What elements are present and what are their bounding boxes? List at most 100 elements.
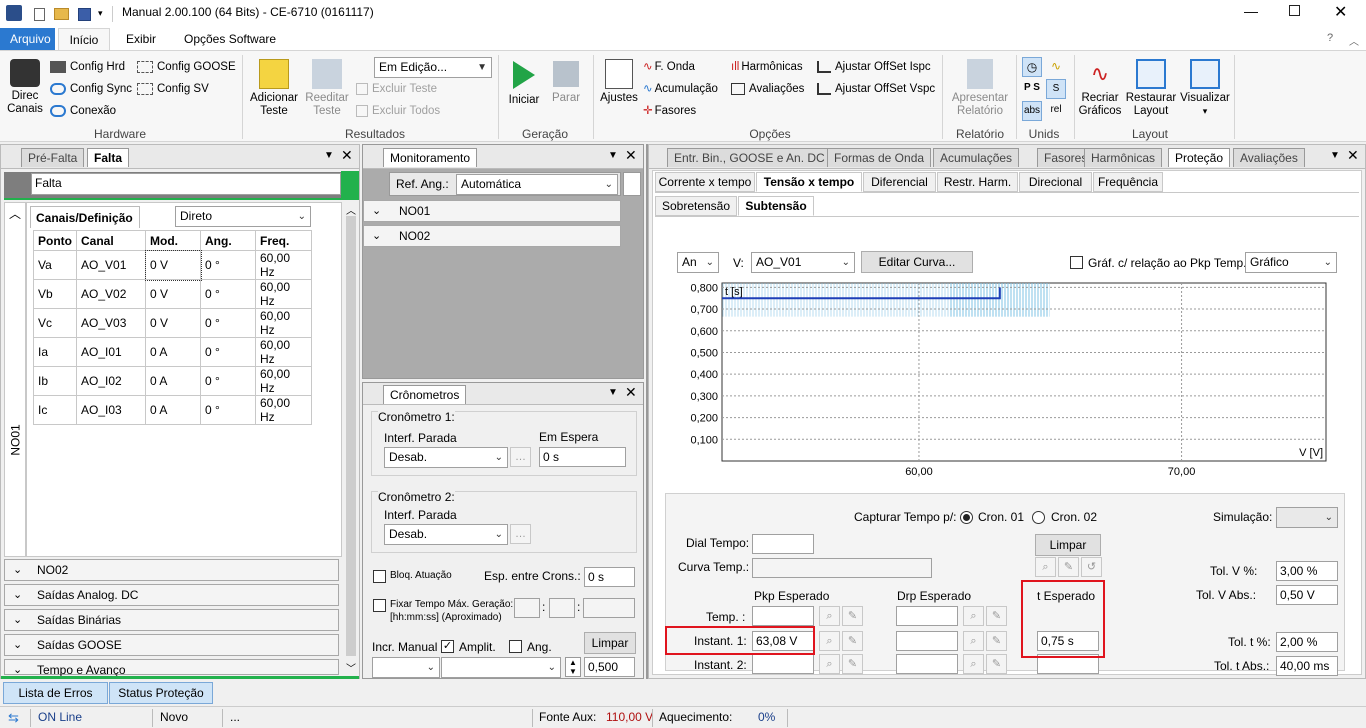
no01-collapse-bar[interactable]: ︿ NO01 — [4, 202, 26, 557]
search-icon[interactable]: ⌕ — [819, 606, 840, 626]
wave-icon[interactable]: ∿ — [1046, 57, 1066, 77]
panel-menu-icon[interactable]: ▼ — [608, 387, 618, 398]
config-sync-button[interactable]: Config Sync — [50, 81, 132, 97]
accordion-item[interactable]: ⌄ Tempo e Avanço — [4, 659, 339, 677]
tol-v-pct-input[interactable]: 3,00 % — [1276, 561, 1338, 581]
v-channel-select[interactable]: AO_V01 ⌄ — [751, 252, 855, 273]
table-cell[interactable]: 0 ° — [200, 308, 256, 338]
help-icon[interactable]: ? — [1327, 32, 1333, 44]
adicionar-teste-button[interactable]: Adicionar Teste — [248, 59, 300, 118]
table-cell[interactable]: 0 V — [145, 279, 201, 309]
units-icon[interactable]: S — [1046, 79, 1066, 99]
tab-falta[interactable]: Falta — [87, 148, 130, 167]
accordion-item[interactable]: ⌄ Saídas GOOSE — [4, 634, 339, 656]
graf-select[interactable]: Gráfico ⌄ — [1245, 252, 1337, 273]
accordion-item[interactable]: ⌄ NO02 — [4, 559, 339, 581]
excluir-todos-button[interactable]: Excluir Todos — [356, 103, 440, 119]
visualizar-button[interactable]: Visualizar ▾ — [1179, 59, 1231, 118]
tab-status-protecao[interactable]: Status Proteção — [109, 682, 213, 704]
subtab-item[interactable]: Frequência — [1093, 172, 1163, 192]
iniciar-button[interactable]: Iniciar — [504, 59, 544, 107]
inst2-pkp-input[interactable] — [752, 654, 814, 674]
direc-canais-button[interactable]: Direc Canais — [6, 59, 44, 116]
panel-menu-icon[interactable]: ▼ — [324, 150, 334, 161]
search-icon[interactable]: ⌕ — [819, 654, 840, 674]
tab-arquivo[interactable]: Arquivo — [0, 28, 55, 50]
ajustar-offset-vspc-button[interactable]: Ajustar OffSet Vspc — [817, 81, 935, 97]
spin-button[interactable]: ▲ ▼ — [565, 657, 581, 677]
subtab-item[interactable]: Corrente x tempo — [655, 172, 755, 192]
cron1-value[interactable]: 0 s — [539, 447, 626, 467]
table-cell[interactable]: 0 ° — [200, 250, 256, 280]
close-icon[interactable]: ✕ — [625, 384, 637, 401]
close-icon[interactable]: ✕ — [625, 147, 637, 164]
curva-temp-input[interactable] — [752, 558, 932, 578]
inst1-drp-input[interactable] — [896, 631, 958, 651]
config-hrd-button[interactable]: Config Hrd — [50, 59, 125, 75]
tab-formas-onda[interactable]: Formas de Onda — [827, 148, 932, 167]
table-row[interactable]: Ib AO_I02 0 A0 ° 60,00 Hz — [33, 366, 312, 396]
close-icon[interactable]: ✕ — [1347, 147, 1359, 164]
subtab-item[interactable]: Tensão x tempo — [756, 172, 862, 192]
table-row[interactable]: Vc AO_V03 0 V0 ° 60,00 Hz — [33, 308, 312, 338]
simulacao-select[interactable]: ⌄ — [1276, 507, 1338, 528]
step-input[interactable]: 0,500 — [584, 657, 635, 677]
tab-cronometros[interactable]: Crônometros — [383, 385, 467, 404]
search-icon[interactable]: ⌕ — [819, 631, 840, 651]
tab-canais-definicao[interactable]: Canais/Definição — [30, 206, 140, 228]
search-icon[interactable]: ⌕ — [963, 606, 984, 626]
table-cell[interactable]: 0 A — [145, 366, 201, 396]
tab-lista-erros[interactable]: Lista de Erros — [3, 682, 108, 704]
mode-select[interactable]: Direto ⌄ — [175, 206, 311, 227]
incr-select-2[interactable]: ⌄ — [441, 657, 561, 678]
panel-menu-icon[interactable]: ▼ — [608, 150, 618, 161]
subsubtab-item[interactable]: Sobretensão — [655, 196, 737, 216]
ref-ang-select[interactable]: Automática ⌄ — [456, 174, 618, 195]
tab-entr-bin[interactable]: Entr. Bin., GOOSE e An. DC — [667, 148, 832, 167]
edit-icon[interactable]: ✎ — [986, 631, 1007, 651]
amplit-checkbox[interactable]: ✓ — [441, 640, 454, 653]
table-cell[interactable]: 0 A — [145, 395, 201, 425]
collapse-ribbon-icon[interactable]: ︿ — [1349, 33, 1359, 48]
minimize-button[interactable]: — — [1244, 3, 1258, 19]
parar-button[interactable]: Parar — [546, 59, 586, 105]
monitor-item-no02[interactable]: ⌄ NO02 — [363, 225, 621, 247]
table-cell[interactable]: 60,00 Hz — [255, 366, 312, 396]
tol-t-pct-input[interactable]: 2,00 % — [1276, 632, 1338, 652]
close-window-button[interactable]: ✕ — [1334, 2, 1347, 22]
panel-menu-icon[interactable]: ▼ — [1330, 150, 1340, 161]
reeditar-teste-button[interactable]: Reeditar Teste — [302, 59, 352, 118]
ajustar-offset-ispc-button[interactable]: Ajustar OffSet Ispc — [817, 59, 931, 75]
cron-limpar-button[interactable]: Limpar — [584, 632, 636, 654]
graf-rel-checkbox[interactable] — [1070, 256, 1083, 269]
table-cell[interactable]: 60,00 Hz — [255, 308, 312, 338]
tab-harmonicas[interactable]: Harmônicas — [1084, 148, 1163, 167]
drp-temp-input[interactable] — [896, 606, 958, 626]
tab-exibir[interactable]: Exibir — [116, 28, 166, 50]
state-name-input[interactable]: Falta — [31, 173, 341, 195]
clock-icon[interactable]: ◷ — [1022, 57, 1042, 77]
accordion-item[interactable]: ⌄ Saídas Binárias — [4, 609, 339, 631]
tab-acumulacoes[interactable]: Acumulações — [933, 148, 1020, 167]
tol-v-abs-input[interactable]: 0,50 V — [1276, 585, 1338, 605]
close-icon[interactable]: ✕ — [341, 147, 353, 164]
status-select[interactable]: Em Edição... ▼ — [374, 57, 492, 78]
dial-tempo-input[interactable] — [752, 534, 814, 554]
edit-icon[interactable]: ✎ — [1058, 557, 1079, 577]
fixar-tempo-checkbox[interactable] — [373, 599, 386, 612]
an-select[interactable]: An ⌄ — [677, 252, 719, 273]
table-cell[interactable]: 0 ° — [200, 395, 256, 425]
tol-t-abs-input[interactable]: 40,00 ms — [1276, 656, 1338, 676]
bloq-atuacao-checkbox[interactable] — [373, 570, 386, 583]
cron01-radio[interactable] — [960, 511, 973, 524]
table-cell[interactable]: 60,00 Hz — [255, 337, 312, 367]
search-icon[interactable]: ⌕ — [963, 631, 984, 651]
table-row[interactable]: Ia AO_I01 0 A0 ° 60,00 Hz — [33, 337, 312, 367]
editar-curva-button[interactable]: Editar Curva... — [861, 251, 973, 273]
table-row[interactable]: Va AO_V01 0 V0 ° 60,00 Hz — [33, 249, 312, 281]
search-icon[interactable]: ⌕ — [963, 654, 984, 674]
maximize-button[interactable] — [1289, 5, 1300, 16]
esp-entre-crons-input[interactable]: 0 s — [584, 567, 635, 587]
table-cell[interactable]: 60,00 Hz — [255, 279, 312, 309]
primary-secondary-icon[interactable]: P S — [1022, 79, 1042, 99]
